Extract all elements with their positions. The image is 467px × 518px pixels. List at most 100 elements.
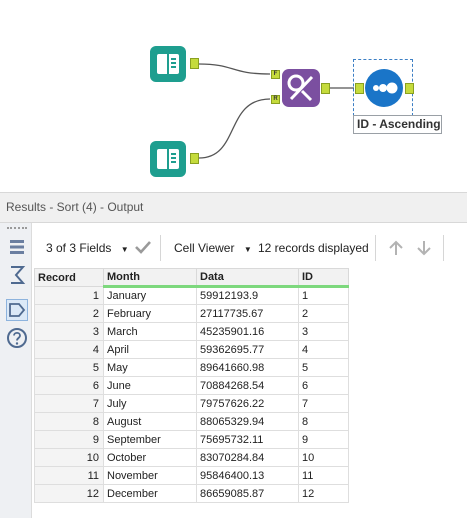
sort-input-anchor[interactable] (355, 83, 364, 94)
cell-record[interactable]: 2 (34, 304, 104, 323)
chevron-down-icon: ▼ (120, 245, 129, 254)
cell-id[interactable]: 3 (298, 322, 349, 341)
sort-icon (373, 82, 398, 94)
workflow-canvas[interactable]: F R ID - Ascending (0, 0, 467, 188)
results-side-rail (0, 223, 32, 518)
tag-icon[interactable] (6, 299, 28, 321)
cell-record[interactable]: 12 (34, 484, 104, 503)
table-row[interactable]: 12 December 86659085.87 12 (34, 484, 349, 503)
cell-record[interactable]: 6 (34, 376, 104, 395)
toolbar-divider (375, 235, 376, 261)
cell-record[interactable]: 7 (34, 394, 104, 413)
cell-data[interactable]: 89641660.98 (196, 358, 299, 377)
cell-record[interactable]: 9 (34, 430, 104, 449)
cell-month[interactable]: June (103, 376, 197, 395)
cell-month[interactable]: January (103, 286, 197, 305)
cell-id[interactable]: 5 (298, 358, 349, 377)
list-icon[interactable] (6, 236, 28, 258)
column-header-id[interactable]: ID (298, 268, 349, 288)
input-tool-bottom[interactable] (150, 141, 186, 177)
table-row[interactable]: 10 October 83070284.84 10 (34, 448, 349, 467)
table-row[interactable]: 6 June 70884268.54 6 (34, 376, 349, 395)
cell-data[interactable]: 70884268.54 (196, 376, 299, 395)
cell-data[interactable]: 75695732.11 (196, 430, 299, 449)
join-output-anchor[interactable] (321, 83, 330, 94)
cell-data[interactable]: 95846400.13 (196, 466, 299, 485)
cell-data[interactable]: 83070284.84 (196, 448, 299, 467)
column-header-month[interactable]: Month (103, 268, 197, 288)
scroll-up-button[interactable] (387, 239, 405, 260)
input-tool-top[interactable] (150, 46, 186, 82)
cell-month[interactable]: August (103, 412, 197, 431)
table-row[interactable]: 9 September 75695732.11 9 (34, 430, 349, 449)
cell-data[interactable]: 59912193.9 (196, 286, 299, 305)
cell-data[interactable]: 59362695.77 (196, 340, 299, 359)
output-anchor[interactable] (190, 153, 199, 164)
toolbar-divider (160, 235, 161, 261)
cell-month[interactable]: February (103, 304, 197, 323)
apply-checkmark-button[interactable] (134, 239, 152, 258)
table-row[interactable]: 3 March 45235901.16 3 (34, 322, 349, 341)
join-left-anchor[interactable]: F (271, 70, 280, 79)
table-row[interactable]: 5 May 89641660.98 5 (34, 358, 349, 377)
cell-id[interactable]: 1 (298, 286, 349, 305)
table-row[interactable]: 1 January 59912193.9 1 (34, 286, 349, 305)
cell-id[interactable]: 8 (298, 412, 349, 431)
join-right-anchor[interactable]: R (271, 95, 280, 104)
join-tool[interactable] (282, 69, 320, 107)
cell-id[interactable]: 10 (298, 448, 349, 467)
cell-month[interactable]: April (103, 340, 197, 359)
cell-record[interactable]: 3 (34, 322, 104, 341)
viewer-dropdown[interactable]: Cell Viewer ▼ (174, 241, 252, 255)
sort-tool[interactable] (365, 69, 403, 107)
table-row[interactable]: 7 July 79757626.22 7 (34, 394, 349, 413)
cell-month[interactable]: March (103, 322, 197, 341)
sort-tool-caption: ID - Ascending (353, 115, 442, 134)
column-header-record[interactable]: Record (34, 268, 104, 287)
rail-grip[interactable] (7, 227, 27, 229)
table-row[interactable]: 4 April 59362695.77 4 (34, 340, 349, 359)
cell-data[interactable]: 79757626.22 (196, 394, 299, 413)
cell-id[interactable]: 11 (298, 466, 349, 485)
fields-dropdown[interactable]: 3 of 3 Fields ▼ (46, 241, 129, 255)
grid-body: 1 January 59912193.9 1 2 February 27117735.67 2… (34, 286, 349, 503)
cell-record[interactable]: 4 (34, 340, 104, 359)
cell-month[interactable]: October (103, 448, 197, 467)
table-row[interactable]: 8 August 88065329.94 8 (34, 412, 349, 431)
scroll-down-button[interactable] (415, 239, 433, 260)
cell-record[interactable]: 5 (34, 358, 104, 377)
toolbar-divider (443, 235, 444, 261)
cell-id[interactable]: 9 (298, 430, 349, 449)
sort-output-anchor[interactable] (405, 83, 414, 94)
output-anchor[interactable] (190, 58, 199, 69)
cell-id[interactable]: 7 (298, 394, 349, 413)
cell-id[interactable]: 6 (298, 376, 349, 395)
chevron-down-icon: ▼ (243, 245, 252, 254)
cell-id[interactable]: 12 (298, 484, 349, 503)
cell-data[interactable]: 27117735.67 (196, 304, 299, 323)
cell-id[interactable]: 4 (298, 340, 349, 359)
cell-month[interactable]: May (103, 358, 197, 377)
grid-header-row: Record Month Data ID (34, 268, 349, 288)
book-input-icon (157, 149, 179, 169)
sigma-icon[interactable] (6, 264, 28, 286)
cell-data[interactable]: 45235901.16 (196, 322, 299, 341)
cell-record[interactable]: 11 (34, 466, 104, 485)
cell-month[interactable]: December (103, 484, 197, 503)
table-row[interactable]: 2 February 27117735.67 2 (34, 304, 349, 323)
cell-month[interactable]: September (103, 430, 197, 449)
arrow-down-icon (417, 241, 431, 256)
cell-record[interactable]: 1 (34, 286, 104, 305)
help-icon[interactable] (6, 327, 28, 349)
fields-label: 3 of 3 Fields (46, 241, 112, 255)
cell-record[interactable]: 10 (34, 448, 104, 467)
column-header-data[interactable]: Data (196, 268, 299, 288)
table-row[interactable]: 11 November 95846400.13 11 (34, 466, 349, 485)
cell-record[interactable]: 8 (34, 412, 104, 431)
cell-id[interactable]: 2 (298, 304, 349, 323)
checkmark-icon (135, 241, 151, 254)
cell-data[interactable]: 86659085.87 (196, 484, 299, 503)
cell-month[interactable]: July (103, 394, 197, 413)
cell-data[interactable]: 88065329.94 (196, 412, 299, 431)
cell-month[interactable]: November (103, 466, 197, 485)
